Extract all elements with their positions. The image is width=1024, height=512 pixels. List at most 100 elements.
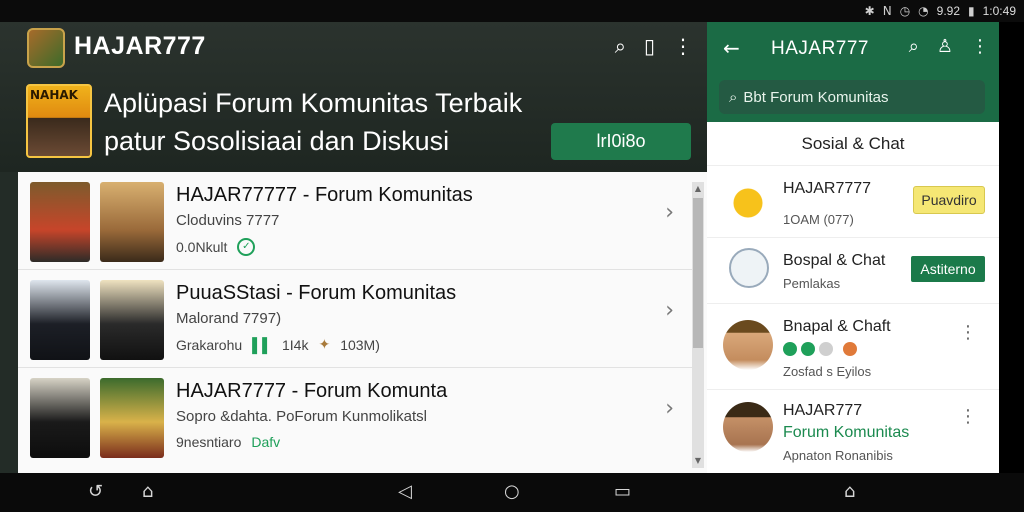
promo-tag: NAHAK	[30, 88, 78, 102]
item-meta: 0.0Nkult ✓	[176, 238, 256, 256]
green-dot-icon	[783, 342, 797, 356]
chevron-right-icon[interactable]: ›	[665, 298, 674, 323]
left-header: HAJAR777 ⌕ ▯ ⋮ NAHAK Aplüpasi Forum Komu…	[0, 22, 707, 172]
avatar	[723, 320, 773, 370]
chat-sub: 1OAM (077)	[783, 212, 854, 227]
status-bar: ✱ N ◷ ◔ 9.92 ▮ 1:0:49	[0, 0, 1024, 22]
profile-icon	[729, 248, 769, 288]
back-icon[interactable]: ◁	[398, 481, 412, 502]
avatar	[723, 402, 773, 452]
back-arrow-icon[interactable]: ←	[723, 36, 740, 60]
headline: Aplüpasi Forum Komunitas Terbaik patur S…	[104, 84, 574, 160]
list-item[interactable]: HAJAR77777 - Forum Komunitas Cloduvins 7…	[18, 172, 692, 270]
home-icon[interactable]: ○	[504, 481, 520, 502]
keyboard-icon[interactable]: ⌂	[844, 481, 855, 502]
right-title: HAJAR777	[771, 38, 869, 59]
item-subtitle: Cloduvins 7777	[176, 212, 280, 229]
search-input[interactable]: ⌕ Bbt Forum Komunitas	[719, 80, 985, 114]
bluetooth-icon: ✱	[864, 4, 875, 18]
item-title: PuuaSStasi - Forum Komunitas	[176, 282, 457, 304]
left-app: HAJAR777 ⌕ ▯ ⋮ NAHAK Aplüpasi Forum Komu…	[0, 22, 707, 473]
right-header: ← HAJAR777 ⌕ ♙ ⋮ ⌕ Bbt Forum Komunitas	[707, 22, 999, 122]
scroll-down-icon[interactable]: ▼	[693, 456, 703, 465]
sun-icon	[723, 178, 773, 228]
thumbnail	[100, 182, 164, 262]
chevron-right-icon[interactable]: ›	[665, 396, 674, 421]
item-meta-text: 9nesntiaro	[176, 434, 242, 450]
item-action-button[interactable]: Astiterno	[911, 256, 985, 282]
chat-item[interactable]: HAJAR7777 1OAM (077) Puavdiro	[707, 166, 999, 238]
chat-name: HAJAR7777	[783, 180, 872, 197]
list-item[interactable]: PuuaSStasi - Forum Komunitas Malorand 77…	[18, 270, 692, 368]
more-vert-icon[interactable]: ⋮	[971, 36, 989, 57]
list-item[interactable]: HAJAR7777 - Forum Komunta Sopro &dahta. …	[18, 368, 692, 466]
more-vert-icon[interactable]: ⋮	[673, 34, 693, 58]
item-title: HAJAR77777 - Forum Komunitas	[176, 184, 473, 206]
cta-button[interactable]: lrI0i8o	[551, 123, 691, 160]
item-meta-count: 1I4k	[282, 336, 309, 353]
chat-item[interactable]: HAJAR777 Forum Komunitas Apnaton Ronanib…	[707, 390, 999, 473]
app-logo	[27, 28, 65, 68]
thumbnail	[100, 280, 164, 360]
chat-sub: Apnaton Ronanibis	[783, 448, 893, 463]
grey-dot-icon	[819, 342, 833, 356]
chat-sub: Zosfad s Eyilos	[783, 364, 872, 379]
item-title: HAJAR7777 - Forum Komunta	[176, 380, 448, 402]
alarm-icon: ◷	[899, 4, 911, 18]
item-meta: Grakarohu ▌▌ 1I4k ✦ 103M)	[176, 336, 380, 353]
green-dot-icon	[801, 342, 815, 356]
chevron-right-icon[interactable]: ›	[665, 200, 674, 225]
navigation-bar: ↺ ⌂ ◁ ○ ▭ ⌂	[0, 473, 1024, 512]
headline-line-1: Aplüpasi Forum Komunitas Terbaik	[104, 88, 523, 118]
scroll-up-icon[interactable]: ▲	[693, 184, 703, 193]
item-meta-text: Grakarohu	[176, 336, 243, 353]
verified-icon: ✓	[237, 238, 256, 256]
recents-icon[interactable]: ▭	[614, 481, 631, 502]
scrollbar-thumb[interactable]	[693, 198, 703, 348]
battery-icon: ▮	[968, 4, 975, 18]
home-outline-icon[interactable]: ⌂	[142, 481, 153, 502]
item-meta-tag: Dafv	[251, 434, 281, 450]
chat-item[interactable]: Bospal & Chat Pemlakas Astiterno	[707, 238, 999, 304]
right-app: ← HAJAR777 ⌕ ♙ ⋮ ⌕ Bbt Forum Komunitas S…	[707, 22, 999, 473]
header-actions: ⌕ ▯ ⋮	[615, 34, 693, 58]
item-action-button[interactable]: Puavdiro	[913, 186, 985, 214]
rotate-icon[interactable]: ↺	[88, 481, 103, 502]
thumbnail	[30, 378, 90, 458]
app-title: HAJAR777	[74, 32, 206, 60]
clock: 1:0:49	[982, 4, 1016, 18]
right-header-actions: ⌕ ♙ ⋮	[909, 36, 989, 57]
section-header: Sosial & Chat	[707, 122, 999, 166]
chat-name: Bospal & Chat	[783, 252, 886, 269]
thumbnail	[30, 280, 90, 360]
item-subtitle: Malorand 7797)	[176, 310, 282, 327]
clipboard-icon[interactable]: ▯	[644, 34, 655, 58]
orange-dot-icon	[843, 342, 857, 356]
person-icon[interactable]: ♙	[937, 36, 953, 57]
item-meta-text: 0.0Nkult	[176, 239, 228, 255]
wifi-icon: ◔	[918, 4, 929, 18]
nfc-icon: N	[882, 4, 892, 18]
chat-item[interactable]: Bnapal & Chaft Zosfad s Eyilos ⋮	[707, 304, 999, 390]
item-subtitle: Sopro &dahta. PoForum Kunmolikatsl	[176, 408, 427, 425]
thumbnail	[100, 378, 164, 458]
search-icon[interactable]: ⌕	[909, 36, 919, 57]
more-vert-icon[interactable]: ⋮	[959, 406, 977, 427]
chat-name-secondary: Forum Komunitas	[783, 424, 910, 441]
status-dots	[783, 342, 857, 356]
item-meta: 9nesntiaro Dafv	[176, 434, 280, 450]
fish-icon: ✦	[318, 336, 331, 352]
more-vert-icon[interactable]: ⋮	[959, 322, 977, 343]
thumbnail	[30, 182, 90, 262]
item-meta-size: 103M)	[340, 336, 380, 353]
headline-line-2: patur Sosolisiaai dan Diskusi	[104, 126, 450, 156]
forum-list: HAJAR77777 - Forum Komunitas Cloduvins 7…	[18, 172, 707, 473]
search-text: Bbt Forum Komunitas	[743, 88, 889, 106]
battery-percentage: 9.92	[936, 4, 961, 18]
chat-name: HAJAR777	[783, 402, 863, 419]
scrollbar[interactable]: ▲ ▼	[692, 182, 704, 468]
search-icon[interactable]: ⌕	[615, 34, 626, 58]
flag-icon: ▌▌	[252, 336, 272, 353]
promo-image: NAHAK	[26, 84, 92, 158]
chat-sub: Pemlakas	[783, 276, 841, 291]
